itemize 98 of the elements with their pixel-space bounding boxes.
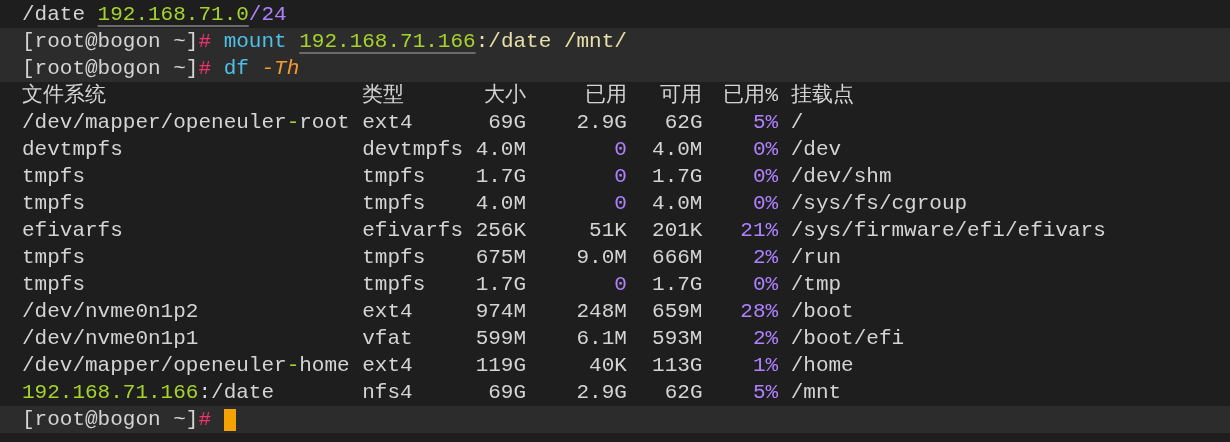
table-cell: 974M — [475, 300, 527, 323]
table-cell: tmpfs — [362, 246, 426, 269]
table-cell: /sys/firmware/efi/efivars — [790, 219, 1106, 242]
table-cell: /dev/mapper/openeuler-home — [22, 354, 350, 377]
command-name: df — [223, 56, 249, 82]
table-cell: nfs4 — [362, 381, 413, 404]
table-cell: /home — [790, 354, 854, 377]
table-cell: tmpfs — [22, 273, 85, 296]
table-cell: 4.0M — [652, 192, 703, 215]
table-cell: 0% — [752, 192, 779, 215]
table-cell: ext4 — [362, 300, 413, 323]
table-cell: 1.7G — [652, 165, 703, 188]
table-cell: /dev — [790, 138, 842, 161]
table-cell: 51K — [589, 219, 627, 242]
table-cell: 0% — [752, 138, 779, 161]
table-cell: /boot — [790, 300, 854, 323]
table-cell: 0% — [752, 273, 779, 296]
table-cell: 1.7G — [652, 273, 703, 296]
table-cell: 62G — [664, 381, 703, 404]
table-cell: 2.9G — [576, 111, 627, 134]
table-cell: tmpfs — [362, 273, 426, 296]
terminal-text: /date — [22, 2, 85, 28]
number-text: /24 — [248, 2, 287, 28]
table-cell: /dev/nvme0n1p1 — [22, 327, 199, 350]
table-cell: efivarfs — [22, 219, 123, 242]
table-cell: tmpfs — [22, 246, 85, 269]
table-cell: 62G — [664, 111, 703, 134]
table-cell: /boot/efi — [790, 327, 905, 350]
table-cell: 113G — [652, 354, 703, 377]
terminal-text: [root@bogon ~] — [22, 407, 199, 433]
table-cell: 40K — [589, 354, 627, 377]
table-cell: 0 — [614, 138, 627, 161]
column-header: 大小 — [483, 82, 527, 109]
table-cell: 599M — [475, 327, 527, 350]
table-cell: 2% — [752, 246, 779, 269]
column-header: 已用% — [722, 83, 779, 109]
column-header: 可用 — [659, 83, 703, 109]
table-cell: 4.0M — [652, 138, 703, 161]
column-header: 类型 — [362, 82, 406, 109]
table-cell: /run — [790, 246, 842, 269]
prompt-symbol: # — [198, 29, 212, 55]
terminal-text: [root@bogon ~] — [22, 29, 199, 55]
table-cell: 1% — [752, 354, 779, 377]
table-cell: 119G — [475, 354, 527, 377]
table-cell: 9.0M — [576, 246, 627, 269]
table-cell: 69G — [488, 381, 527, 404]
prompt-symbol: # — [198, 56, 212, 82]
table-cell: 2% — [752, 327, 779, 350]
table-cell: 201K — [652, 219, 703, 242]
table-cell: 21% — [740, 219, 779, 242]
table-cell: 248M — [576, 300, 627, 323]
table-cell: tmpfs — [362, 192, 426, 215]
table-cell: 659M — [652, 300, 703, 323]
table-cell: devtmpfs — [362, 138, 464, 161]
table-cell: tmpfs — [362, 165, 426, 188]
column-header: 已用 — [583, 83, 627, 109]
table-cell: devtmpfs — [22, 138, 123, 161]
table-cell: ext4 — [362, 111, 413, 134]
table-cell: 0 — [614, 165, 627, 188]
table-cell: ext4 — [362, 354, 413, 377]
table-cell: 675M — [475, 246, 527, 269]
path-argument: :/date /mnt/ — [475, 29, 627, 55]
table-cell: 256K — [475, 219, 527, 242]
table-cell: 4.0M — [475, 192, 527, 215]
table-cell: 0 — [614, 273, 627, 296]
table-cell: 1.7G — [475, 273, 527, 296]
table-cell: efivarfs — [362, 219, 464, 242]
table-cell: /dev/mapper/openeuler-root — [22, 111, 350, 134]
prompt-symbol: # — [198, 407, 212, 433]
table-cell: 2.9G — [576, 381, 627, 404]
table-cell: 5% — [752, 381, 779, 404]
table-cell: /sys/fs/cgroup — [790, 192, 968, 215]
table-cell: 0% — [752, 165, 779, 188]
table-cell: tmpfs — [22, 192, 85, 215]
table-cell: /dev/shm — [790, 165, 892, 188]
table-cell: 6.1M — [576, 327, 627, 350]
column-header: 文件系统 — [22, 82, 107, 109]
table-cell: 0 — [614, 192, 627, 215]
table-cell: 69G — [488, 111, 527, 134]
table-cell: vfat — [362, 327, 413, 350]
table-cell: 5% — [752, 111, 779, 134]
table-cell: 192.168.71.166:/date — [22, 381, 275, 404]
terminal-text: [root@bogon ~] — [22, 56, 199, 82]
column-header: 挂载点 — [789, 82, 855, 109]
ip-address: 192.168.71.0 — [97, 2, 249, 28]
table-cell: tmpfs — [22, 165, 85, 188]
table-cell: 4.0M — [475, 138, 527, 161]
ip-address: 192.168.71.166 — [299, 29, 476, 55]
table-cell: /dev/nvme0n1p2 — [22, 300, 199, 323]
table-cell: / — [790, 111, 804, 134]
command-name: mount — [223, 29, 287, 55]
table-cell: 28% — [740, 300, 779, 323]
table-cell: /mnt — [790, 381, 842, 404]
table-cell: 1.7G — [475, 165, 527, 188]
table-cell: 666M — [652, 246, 703, 269]
command-option: -Th — [261, 55, 300, 82]
table-cell: 593M — [652, 327, 703, 350]
table-cell: /tmp — [790, 273, 842, 296]
